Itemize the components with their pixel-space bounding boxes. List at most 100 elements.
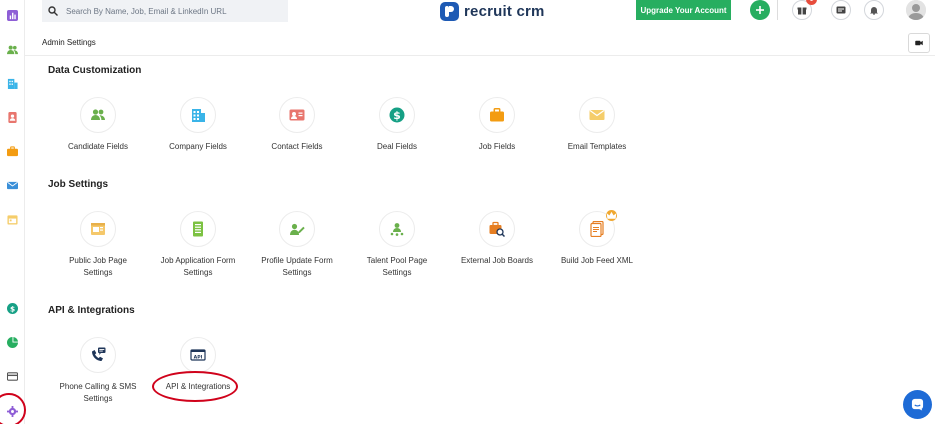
section-title-api-integrations: API & Integrations: [48, 305, 135, 316]
page-title: Admin Settings: [42, 38, 96, 47]
deals-icon: $: [7, 303, 18, 314]
candidates-icon: [7, 45, 18, 55]
phone-sms-icon: [92, 347, 106, 361]
search-input[interactable]: [66, 6, 266, 16]
tile-label: Contact Fields: [271, 142, 323, 151]
companies-icon: [7, 78, 18, 89]
tile-label-line-1: Profile Update Form: [261, 256, 333, 265]
tile-label: Profile Update Form Settings: [248, 255, 346, 279]
tile-external-job-boards[interactable]: External Job Boards: [448, 211, 546, 267]
tile-icon-wrap: [579, 97, 615, 133]
toolbar-divider: [777, 0, 778, 20]
sidebar-item-analytics[interactable]: [6, 336, 19, 349]
chat-launcher-button[interactable]: [903, 390, 932, 419]
alerts-button[interactable]: [864, 0, 884, 20]
xml-feed-icon: [590, 221, 604, 237]
tile-label: API & Integrations: [149, 381, 247, 393]
api-icon: API: [190, 349, 206, 361]
users-icon: [91, 109, 105, 120]
email-icon: [7, 181, 18, 190]
tile-label-line-1: External Job Boards: [460, 256, 534, 265]
tile-candidate-fields[interactable]: Candidate Fields: [49, 97, 147, 153]
tile-profile-update-form-settings[interactable]: Profile Update Form Settings: [248, 211, 346, 279]
page-header: Admin Settings: [25, 30, 935, 56]
contact-card-icon: [289, 109, 305, 121]
talent-pool-icon: [390, 223, 404, 236]
billing-icon: [7, 372, 18, 381]
top-bar: recruit crm Upgrade Your Account 1: [25, 0, 935, 30]
calendar-icon: [7, 215, 18, 225]
profile-edit-icon: [290, 223, 305, 235]
global-search: [42, 0, 288, 22]
tile-email-templates[interactable]: Email Templates: [548, 97, 646, 153]
tile-label-line-2: Settings: [183, 268, 213, 277]
form-icon: [193, 221, 203, 237]
envelope-icon: [589, 110, 605, 120]
tile-label-line-2: Settings: [83, 268, 113, 277]
chat-icon: [911, 398, 924, 411]
section-title-data-customization: Data Customization: [48, 65, 142, 76]
tile-job-application-form-settings[interactable]: Job Application Form Settings: [149, 211, 247, 279]
brand-logo[interactable]: recruit crm: [440, 0, 545, 22]
logo-mark-icon: [440, 1, 459, 21]
tile-deal-fields[interactable]: $ Deal Fields: [348, 97, 446, 153]
tile-icon-wrap: [579, 210, 617, 247]
bell-icon: [870, 7, 878, 15]
sidebar-item-contacts[interactable]: [6, 111, 19, 124]
tile-icon-wrap: API: [180, 337, 216, 373]
tile-contact-fields[interactable]: Contact Fields: [248, 97, 346, 153]
tile-icon-wrap: [479, 97, 515, 133]
sidebar-item-calendar[interactable]: [6, 213, 19, 226]
jobs-icon: [7, 146, 18, 157]
svg-text:$: $: [393, 109, 401, 122]
tile-icon-wrap: [180, 97, 216, 133]
tile-company-fields[interactable]: Company Fields: [149, 97, 247, 153]
settings-highlight-annotation: [0, 393, 26, 424]
logo-text: recruit crm: [464, 2, 545, 20]
tile-icon-wrap: [279, 97, 315, 133]
tile-api-integrations[interactable]: API API & Integrations: [149, 337, 247, 393]
job-page-icon: [91, 223, 105, 235]
avatar-icon: [906, 0, 926, 20]
tile-icon-wrap: [80, 97, 116, 133]
svg-text:API: API: [194, 354, 203, 360]
reports-icon: [7, 10, 18, 21]
tile-icon-wrap: [80, 211, 116, 247]
messages-button[interactable]: [831, 0, 851, 20]
briefcase-icon: [490, 108, 504, 122]
tile-job-fields[interactable]: Job Fields: [448, 97, 546, 153]
quick-add-button[interactable]: [750, 0, 770, 20]
tile-label-line-1: Build Job Feed XML: [560, 256, 634, 265]
tile-icon-wrap: $: [379, 97, 415, 133]
video-help-button[interactable]: [908, 33, 930, 53]
tile-label: Company Fields: [169, 142, 227, 151]
tile-label: Talent Pool Page Settings: [348, 255, 446, 279]
sidebar-item-billing[interactable]: [6, 370, 19, 383]
plus-icon: [756, 6, 764, 14]
tile-label-line-2: Settings: [83, 394, 113, 403]
sidebar-item-email[interactable]: [6, 179, 19, 192]
tile-label: Build Job Feed XML: [548, 255, 646, 267]
dollar-icon: $: [389, 107, 405, 123]
tile-label-line-1: Job Application Form: [160, 256, 236, 265]
tile-label: Public Job Page Settings: [49, 255, 147, 279]
sidebar-item-reports[interactable]: [6, 9, 19, 22]
tile-label: Email Templates: [567, 142, 627, 151]
tile-build-job-feed-xml[interactable]: Build Job Feed XML: [548, 210, 646, 267]
section-title-job-settings: Job Settings: [48, 179, 109, 190]
tile-label-line-2: Settings: [282, 268, 312, 277]
gift-icon: [797, 7, 807, 15]
sidebar-item-deals[interactable]: $: [6, 302, 19, 315]
tile-talent-pool-page-settings[interactable]: Talent Pool Page Settings: [348, 211, 446, 279]
tile-phone-calling-sms-settings[interactable]: Phone Calling & SMS Settings: [49, 337, 147, 405]
tile-icon-wrap: [379, 211, 415, 247]
sidebar-item-candidates[interactable]: [6, 43, 19, 56]
tile-label-line-1: API & Integrations: [165, 382, 231, 391]
upgrade-account-button[interactable]: Upgrade Your Account: [636, 0, 731, 20]
sidebar: $: [0, 0, 26, 424]
tile-public-job-page-settings[interactable]: Public Job Page Settings: [49, 211, 147, 279]
sidebar-item-companies[interactable]: [6, 77, 19, 90]
video-icon: [915, 40, 923, 46]
sidebar-item-jobs[interactable]: [6, 145, 19, 158]
user-avatar[interactable]: [906, 0, 926, 20]
